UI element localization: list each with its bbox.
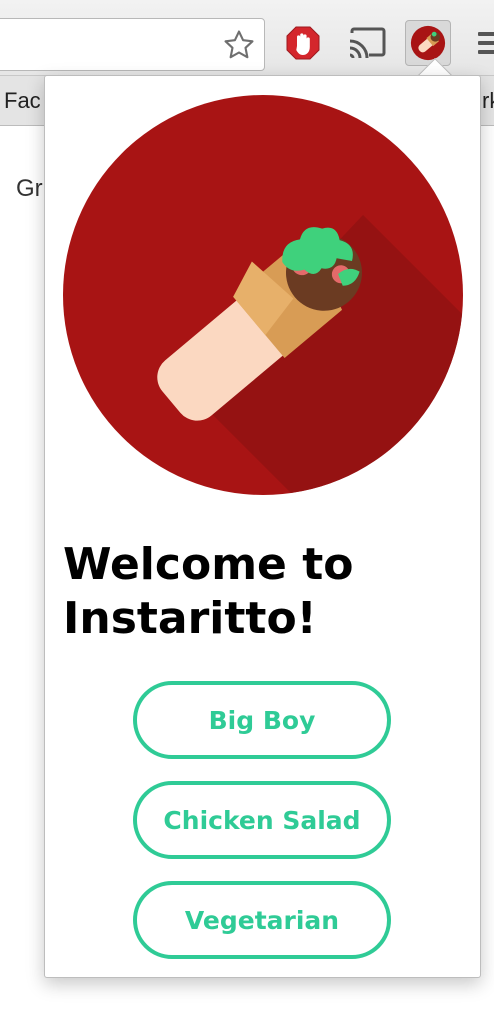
cast-icon[interactable]	[344, 20, 390, 66]
bookmark-item[interactable]: Fac	[4, 88, 41, 114]
menu-icon[interactable]	[478, 28, 494, 58]
page-content-text: Gr	[16, 175, 43, 202]
adblock-icon[interactable]	[280, 20, 326, 66]
star-icon[interactable]	[218, 24, 260, 66]
bookmark-item[interactable]: rk	[482, 88, 494, 114]
chicken-salad-button[interactable]: Chicken Salad	[133, 781, 391, 859]
big-boy-button[interactable]: Big Boy	[133, 681, 391, 759]
burrito-icon	[63, 95, 463, 495]
vegetarian-button[interactable]: Vegetarian	[133, 881, 391, 959]
welcome-title: Welcome to Instaritto!	[63, 539, 354, 644]
instaritto-extension-icon[interactable]	[405, 20, 451, 66]
extension-popup: Welcome to Instaritto! Big Boy Chicken S…	[44, 75, 481, 978]
